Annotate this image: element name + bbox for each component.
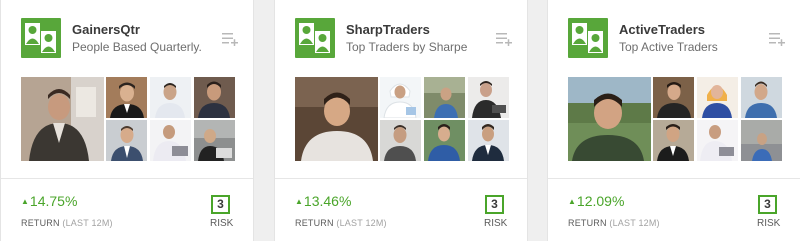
trader-avatar[interactable] bbox=[194, 120, 235, 161]
risk-score: 3 bbox=[758, 195, 777, 214]
card-header: SharpTraders Top Traders by Sharpe bbox=[295, 17, 520, 59]
up-triangle-icon: ▲ bbox=[21, 197, 29, 206]
risk-label: RISK bbox=[210, 218, 234, 229]
portfolio-subtitle: People Based Quarterly... bbox=[72, 40, 202, 54]
trader-avatar[interactable] bbox=[741, 120, 782, 161]
add-to-list-icon[interactable] bbox=[769, 32, 787, 47]
trader-avatar[interactable] bbox=[106, 120, 147, 161]
trader-avatar[interactable] bbox=[150, 77, 191, 118]
trader-avatar[interactable] bbox=[424, 120, 465, 161]
people-icon bbox=[21, 18, 61, 58]
add-to-list-icon[interactable] bbox=[496, 32, 514, 47]
portfolio-card-sharptraders[interactable]: SharpTraders Top Traders by Sharpe ▲13.4… bbox=[274, 0, 528, 241]
trader-avatar-large[interactable] bbox=[568, 77, 651, 161]
trader-avatar[interactable] bbox=[741, 77, 782, 118]
up-triangle-icon: ▲ bbox=[295, 197, 303, 206]
trader-avatar[interactable] bbox=[697, 77, 738, 118]
add-to-list-icon[interactable] bbox=[222, 32, 240, 47]
risk-score: 3 bbox=[211, 195, 230, 214]
trader-avatar-large[interactable] bbox=[295, 77, 378, 161]
gain-value: ▲14.75% bbox=[21, 193, 78, 209]
portfolio-subtitle: Top Traders by Sharpe bbox=[346, 40, 468, 54]
risk-label: RISK bbox=[484, 218, 508, 229]
portfolio-card-gainersqtr[interactable]: GainersQtr People Based Quarterly... ▲14… bbox=[0, 0, 254, 241]
trader-avatar[interactable] bbox=[380, 77, 421, 118]
card-header: GainersQtr People Based Quarterly... bbox=[21, 17, 246, 59]
trader-avatar[interactable] bbox=[424, 77, 465, 118]
return-label: RETURN (LAST 12M) bbox=[21, 218, 113, 228]
trader-avatar[interactable] bbox=[106, 77, 147, 118]
portfolio-title[interactable]: ActiveTraders bbox=[619, 22, 705, 37]
trader-avatar[interactable] bbox=[697, 120, 738, 161]
trader-avatar[interactable] bbox=[194, 77, 235, 118]
trader-avatar[interactable] bbox=[468, 120, 509, 161]
risk-label: RISK bbox=[757, 218, 781, 229]
gain-value: ▲12.09% bbox=[568, 193, 625, 209]
trader-avatar-large[interactable] bbox=[21, 77, 104, 161]
card-footer: ▲14.75% RETURN (LAST 12M) 3 RISK bbox=[1, 178, 253, 241]
return-label: RETURN (LAST 12M) bbox=[568, 218, 660, 228]
trader-avatar[interactable] bbox=[653, 77, 694, 118]
trader-avatar-grid bbox=[21, 77, 235, 161]
portfolio-title[interactable]: GainersQtr bbox=[72, 22, 140, 37]
gain-value: ▲13.46% bbox=[295, 193, 352, 209]
portfolio-card-activetraders[interactable]: ActiveTraders Top Active Traders ▲12.09%… bbox=[547, 0, 800, 241]
card-footer: ▲12.09% RETURN (LAST 12M) 3 RISK bbox=[548, 178, 800, 241]
trader-avatar[interactable] bbox=[150, 120, 191, 161]
trader-avatar-grid bbox=[295, 77, 509, 161]
risk-score: 3 bbox=[485, 195, 504, 214]
card-header: ActiveTraders Top Active Traders bbox=[568, 17, 793, 59]
card-footer: ▲13.46% RETURN (LAST 12M) 3 RISK bbox=[275, 178, 527, 241]
trader-avatar-grid bbox=[568, 77, 782, 161]
trader-avatar[interactable] bbox=[380, 120, 421, 161]
return-label: RETURN (LAST 12M) bbox=[295, 218, 387, 228]
people-icon bbox=[295, 18, 335, 58]
trader-avatar[interactable] bbox=[468, 77, 509, 118]
trader-avatar[interactable] bbox=[653, 120, 694, 161]
portfolio-title[interactable]: SharpTraders bbox=[346, 22, 430, 37]
people-icon bbox=[568, 18, 608, 58]
up-triangle-icon: ▲ bbox=[568, 197, 576, 206]
portfolio-subtitle: Top Active Traders bbox=[619, 40, 718, 54]
